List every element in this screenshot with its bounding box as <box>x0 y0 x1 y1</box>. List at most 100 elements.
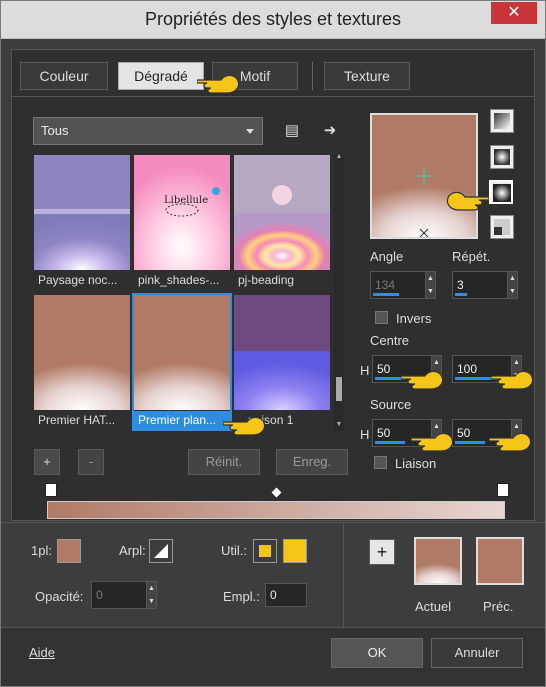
radial-style-button[interactable] <box>490 215 514 239</box>
gradient-thumbnail <box>34 155 130 270</box>
gradient-item[interactable]: Premier HAT... <box>34 295 130 429</box>
repeat-arrows[interactable]: ▲ ▼ <box>507 272 517 298</box>
divider <box>343 523 344 628</box>
help-link[interactable]: Aide <box>29 645 55 660</box>
remove-gradient-button[interactable]: - <box>78 449 104 475</box>
arpl-label: Arpl: <box>119 543 146 558</box>
gradient-label: pj-beading <box>238 273 295 287</box>
chevron-down-icon <box>246 129 254 134</box>
sunburst-style-button[interactable] <box>489 180 513 204</box>
gradient-thumbnail: Libellule <box>134 155 230 270</box>
fg-swatch[interactable] <box>57 539 81 563</box>
arrow-right-icon[interactable]: ➜ <box>320 121 340 141</box>
gradient-stop-right[interactable] <box>497 483 509 497</box>
util-label: Util.: <box>221 543 247 558</box>
dialog-window: Propriétés des styles et textures ✕ Coul… <box>0 0 546 687</box>
previous-label: Préc. <box>483 599 514 614</box>
repeat-bar <box>455 293 467 296</box>
reset-button[interactable]: Réinit. <box>188 449 260 475</box>
current-label: Actuel <box>415 599 452 614</box>
rectangular-style-button[interactable] <box>490 145 514 169</box>
opacity-value: 0 <box>96 588 103 602</box>
category-value: Tous <box>41 123 69 138</box>
library-list-icon[interactable]: ▤ <box>282 121 302 141</box>
opacity-label: Opacité: <box>35 589 84 604</box>
ok-button[interactable]: OK <box>331 638 423 668</box>
arpl-swatch[interactable] <box>149 539 173 563</box>
source-label: Source <box>370 397 412 412</box>
source-h-bar <box>375 441 405 444</box>
dialog-title: Propriétés des styles et textures <box>144 9 402 29</box>
pointing-hand-icon <box>401 370 444 390</box>
pointing-hand-icon <box>223 416 266 436</box>
angle-arrows[interactable]: ▲ ▼ <box>425 272 435 298</box>
repeat-value: 3 <box>457 278 464 292</box>
gradient-stop-left[interactable] <box>45 483 57 497</box>
angle-label: Angle <box>370 249 404 264</box>
options-panel: 1pl: Arpl: Util.: Opacité: 0 ▲ ▼ Empl.: 0… <box>1 522 545 628</box>
gradient-item[interactable]: ...poison 1 <box>234 295 330 429</box>
source-v-value: 50 <box>457 426 471 440</box>
invert-label: Invers <box>396 311 432 326</box>
source-h-value: 50 <box>377 426 391 440</box>
cancel-button[interactable]: Annuler <box>431 638 523 668</box>
repeat-label: Répét. <box>452 249 491 264</box>
pointing-hand-icon <box>446 191 489 211</box>
tab-texture[interactable]: Texture <box>324 62 410 90</box>
libellule-watermark: Libellule <box>164 195 208 206</box>
util-swatch[interactable] <box>283 539 307 563</box>
invert-checkbox[interactable] <box>375 311 388 324</box>
scroll-up-icon[interactable]: ▲ <box>335 153 343 161</box>
gradient-grid: Paysage noc... Libellule pink_shades-...… <box>34 155 330 431</box>
repeat-spinner[interactable]: 3 ▲ ▼ <box>452 271 518 299</box>
gradient-preview[interactable] <box>370 113 478 239</box>
pointing-hand-icon <box>411 432 454 452</box>
gradient-strip[interactable] <box>47 501 505 519</box>
add-gradient-button[interactable]: + <box>34 449 60 475</box>
gradient-thumbnail <box>34 295 130 410</box>
center-v-value: 100 <box>457 362 478 376</box>
pointing-hand-icon <box>489 432 532 452</box>
gradient-item[interactable]: Libellule pink_shades-... <box>134 155 230 289</box>
gradient-editor-bar[interactable] <box>45 483 509 519</box>
current-swatch[interactable] <box>414 537 462 585</box>
linear-style-button[interactable] <box>490 109 514 133</box>
empl-field[interactable]: 0 <box>265 583 307 607</box>
empl-label: Empl.: <box>223 589 260 604</box>
gradient-item-selected[interactable]: Premier plan... <box>132 293 232 431</box>
category-dropdown[interactable]: Tous <box>33 117 263 145</box>
empl-value: 0 <box>270 588 277 602</box>
gradient-item[interactable]: Paysage noc... <box>34 155 130 289</box>
opacity-arrows[interactable]: ▲ ▼ <box>146 582 156 608</box>
gradient-label: pink_shades-... <box>138 273 220 287</box>
gradient-thumbnail <box>134 295 230 410</box>
gradient-thumbnail <box>234 155 330 270</box>
opacity-spinner[interactable]: 0 ▲ ▼ <box>91 581 157 609</box>
save-button[interactable]: Enreg. <box>276 449 348 475</box>
dialog-footer: Aide OK Annuler <box>1 627 545 686</box>
fg-label: 1pl: <box>31 543 52 558</box>
add-color-button[interactable]: + <box>369 539 395 565</box>
angle-bar <box>373 293 399 296</box>
scroll-down-icon[interactable]: ▼ <box>335 421 343 429</box>
tab-degrade[interactable]: Dégradé <box>118 62 204 90</box>
pointing-hand-icon <box>491 370 534 390</box>
gradient-midpoint[interactable] <box>271 487 282 498</box>
tab-bar: Couleur Dégradé Motif Texture <box>11 49 535 97</box>
grid-scrollbar[interactable]: ▲ ▼ <box>334 153 344 431</box>
angle-spinner[interactable]: 134 ▲ ▼ <box>370 271 436 299</box>
source-h-label: H <box>360 427 370 442</box>
gradient-item[interactable]: pj-beading <box>234 155 330 289</box>
center-label: Centre <box>370 333 410 348</box>
tab-couleur[interactable]: Couleur <box>20 62 108 90</box>
scroll-thumb[interactable] <box>336 377 342 401</box>
gradient-label: Premier plan... <box>134 411 230 429</box>
util-swatch-small[interactable] <box>253 539 277 563</box>
previous-swatch[interactable] <box>476 537 524 585</box>
close-button[interactable]: ✕ <box>491 2 537 24</box>
gradient-panel: Tous ▤ ➜ Paysage noc... Libellule pink_s… <box>11 97 535 521</box>
gradient-label: Premier HAT... <box>38 413 116 427</box>
link-checkbox[interactable] <box>374 456 387 469</box>
title-bar: Propriétés des styles et textures ✕ <box>1 1 545 39</box>
gradient-label: Paysage noc... <box>38 273 118 287</box>
